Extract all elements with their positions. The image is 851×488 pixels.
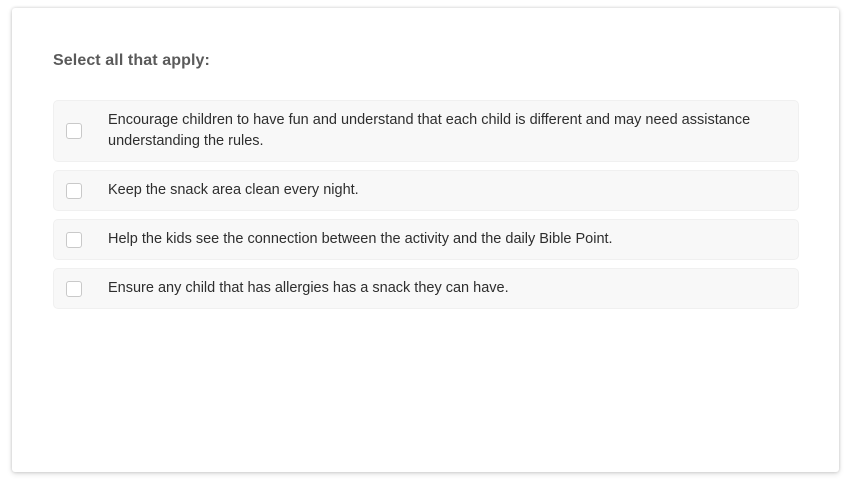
option-4-label: Ensure any child that has allergies has … <box>108 280 509 296</box>
option-4[interactable]: Ensure any child that has allergies has … <box>53 268 799 309</box>
option-2-label: Keep the snack area clean every night. <box>108 182 359 198</box>
option-2[interactable]: Keep the snack area clean every night. <box>53 170 799 211</box>
option-1[interactable]: Encourage children to have fun and under… <box>53 100 799 162</box>
option-2-checkbox[interactable] <box>66 182 82 199</box>
option-1-label: Encourage children to have fun and under… <box>108 112 751 149</box>
option-1-checkbox[interactable] <box>66 123 82 139</box>
option-4-checkbox[interactable] <box>66 280 82 297</box>
question-card: Select all that apply: Encourage childre… <box>12 8 839 472</box>
options-list: Encourage children to have fun and under… <box>53 100 799 317</box>
option-3[interactable]: Help the kids see the connection between… <box>53 219 799 260</box>
option-3-label: Help the kids see the connection between… <box>108 231 613 247</box>
option-3-checkbox[interactable] <box>66 231 82 248</box>
question-prompt: Select all that apply: <box>53 52 210 69</box>
